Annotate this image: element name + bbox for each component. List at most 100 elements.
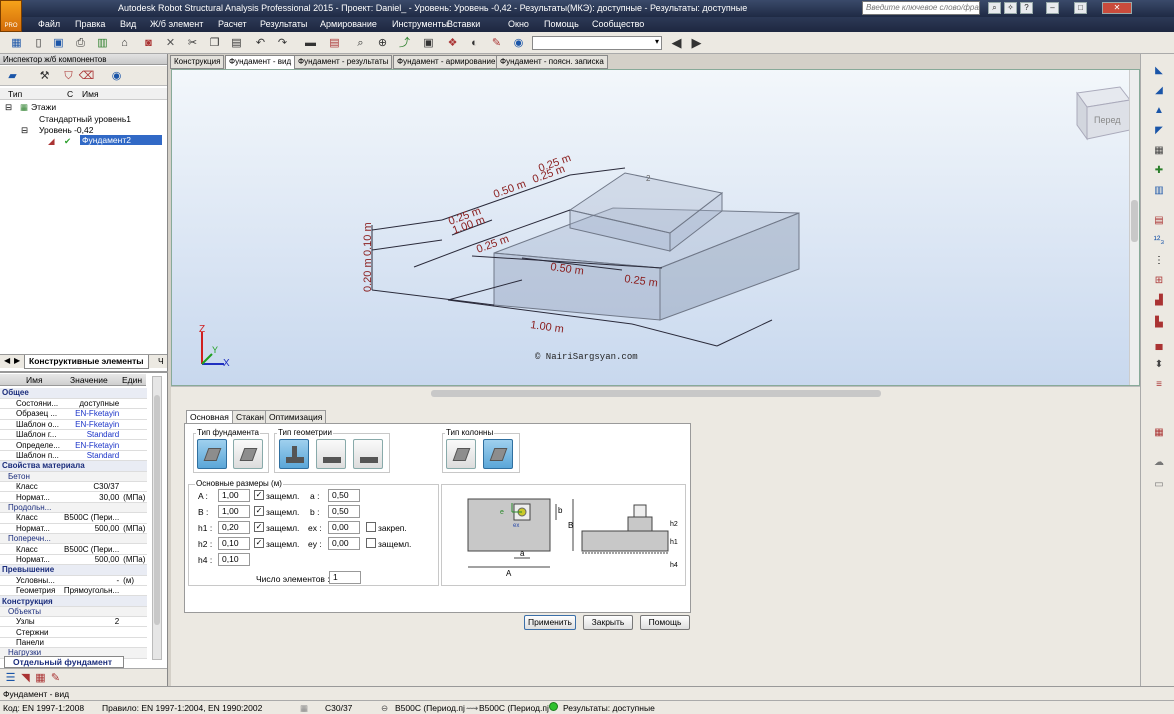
screen-capture-icon[interactable]: ◙ bbox=[140, 35, 157, 51]
props-scrollbar[interactable] bbox=[152, 376, 162, 660]
menu-view[interactable]: Вид bbox=[120, 19, 136, 29]
tool-icon[interactable]: ⚒ bbox=[36, 68, 53, 84]
column-type-2-button[interactable] bbox=[483, 439, 513, 469]
props-value[interactable]: 2 bbox=[61, 616, 122, 628]
geometry-type-2-button[interactable] bbox=[316, 439, 346, 469]
props-subgroup-row[interactable]: Продольн... bbox=[0, 502, 148, 514]
tool-icon-3[interactable]: ▲ bbox=[1151, 104, 1167, 118]
tab-scroll-right-icon[interactable]: ▶ bbox=[14, 356, 20, 365]
cut-icon[interactable]: ✂ bbox=[184, 35, 201, 51]
props-row[interactable]: Шаблон г... Standard bbox=[0, 429, 148, 441]
menu-window[interactable]: Окно bbox=[508, 19, 529, 29]
footing-type-strip-button[interactable] bbox=[233, 439, 263, 469]
tool-icon-12[interactable]: ▙ bbox=[1151, 316, 1167, 330]
redo-icon[interactable]: ↷ bbox=[274, 35, 291, 51]
library-icon[interactable]: ▥ bbox=[94, 35, 111, 51]
help-button[interactable]: Помощь bbox=[640, 615, 690, 630]
props-value[interactable] bbox=[61, 626, 122, 638]
print-icon[interactable]: ⎙ bbox=[72, 35, 89, 51]
preview-icon[interactable]: ⌂ bbox=[116, 35, 133, 51]
new-file-icon[interactable]: ▯ bbox=[30, 35, 47, 51]
copy-icon[interactable]: ❐ bbox=[206, 35, 223, 51]
delete-icon[interactable]: ✕ bbox=[162, 35, 179, 51]
tab-footing-note[interactable]: Фундамент - поясн. записка bbox=[496, 55, 608, 69]
props-subgroup-row[interactable]: Поперечн... bbox=[0, 533, 148, 545]
props-value[interactable] bbox=[61, 637, 122, 649]
field-h4-input[interactable]: 0,10 bbox=[218, 553, 250, 566]
paste-icon[interactable]: ▤ bbox=[228, 35, 245, 51]
props-row[interactable]: Нормат... 30,00 (МПа) bbox=[0, 491, 148, 503]
geometry-type-1-button[interactable] bbox=[279, 439, 309, 469]
props-group-row[interactable]: Общее bbox=[0, 388, 148, 399]
arrow-right-icon[interactable]: ▶ bbox=[688, 35, 705, 51]
3d-viewport[interactable]: 0.25 m 0.50 m 0.25 m 0.25 m 1.00 m 0.25 … bbox=[171, 69, 1140, 386]
props-group-row[interactable]: Превышение bbox=[0, 564, 148, 576]
footing-type-pad-button[interactable] bbox=[197, 439, 227, 469]
field-ex-input[interactable]: 0,00 bbox=[328, 521, 360, 534]
tab-footing-view[interactable]: Фундамент - вид bbox=[225, 55, 296, 70]
tab-footing-reinforcement[interactable]: Фундамент - армирование bbox=[393, 55, 500, 69]
inspector-icon[interactable]: ▦ bbox=[8, 35, 25, 51]
tree-toggle[interactable]: ⊟ bbox=[5, 102, 12, 113]
props-value[interactable]: C30/37 bbox=[61, 481, 122, 493]
properties-icon[interactable]: ◐ bbox=[466, 35, 483, 51]
props-row[interactable]: Нормат... 500,00 (МПа) bbox=[0, 523, 148, 534]
menu-file[interactable]: Файл bbox=[38, 19, 60, 29]
app-logo[interactable]: PRO bbox=[0, 0, 22, 32]
element-count-input[interactable]: 1 bbox=[329, 571, 361, 584]
props-value[interactable]: - bbox=[61, 575, 122, 586]
help-icon[interactable]: ◉ bbox=[108, 68, 125, 84]
props-row[interactable]: Шаблон о... EN-Fketayin bbox=[0, 419, 148, 431]
tab-socket[interactable]: Стакан bbox=[232, 410, 268, 424]
tab-footing-results[interactable]: Фундамент - результаты bbox=[294, 55, 393, 69]
save-icon[interactable]: ▣ bbox=[50, 35, 67, 51]
scroll-thumb[interactable] bbox=[431, 390, 881, 397]
tab-structure[interactable]: Конструкция bbox=[170, 55, 225, 69]
field-B-checkbox[interactable]: ✓ bbox=[254, 506, 264, 516]
minimize-button[interactable]: – bbox=[1046, 2, 1059, 14]
maximize-button[interactable]: □ bbox=[1074, 2, 1087, 14]
props-row[interactable]: Стержни bbox=[0, 626, 148, 638]
tools-icon[interactable]: ✧ bbox=[1004, 2, 1017, 14]
find-icon[interactable]: ⌕ bbox=[988, 2, 1001, 14]
tab-structural-elements[interactable]: Конструктивные элементы bbox=[24, 355, 149, 369]
props-row[interactable]: Геометрия Прямоугольн... bbox=[0, 585, 148, 597]
column-type-1-button[interactable] bbox=[446, 439, 476, 469]
field-h1-input[interactable]: 0,20 bbox=[218, 521, 250, 534]
tab-scroll-left-icon[interactable]: ◀ bbox=[4, 356, 10, 365]
tree-level-standard[interactable]: Стандартный уровень1 bbox=[39, 114, 131, 124]
tool-icon-4[interactable]: ◤ bbox=[1151, 124, 1167, 138]
menu-insert[interactable]: Вставки bbox=[447, 19, 480, 29]
tree-footing-selected[interactable]: Фундамент2 bbox=[80, 135, 162, 145]
menu-reinforcement[interactable]: Армирование bbox=[320, 19, 377, 29]
tab-optimization[interactable]: Оптимизация bbox=[265, 410, 327, 424]
props-value[interactable]: Прямоугольн... bbox=[61, 585, 122, 597]
tool-icon-6[interactable]: ✚ bbox=[1151, 164, 1167, 178]
menu-analysis[interactable]: Расчет bbox=[218, 19, 247, 29]
props-row[interactable]: Узлы 2 bbox=[0, 616, 148, 628]
help-icon[interactable]: ◉ bbox=[510, 35, 527, 51]
tool-icon-8[interactable]: ▤ bbox=[1151, 214, 1167, 228]
props-row[interactable]: Определе... EN-Fketayin bbox=[0, 439, 148, 451]
field-ex-checkbox[interactable] bbox=[366, 522, 376, 532]
tree-toggle[interactable]: ⊟ bbox=[21, 125, 28, 136]
menu-community[interactable]: Сообщество bbox=[592, 19, 644, 29]
help-icon[interactable]: ? bbox=[1020, 2, 1033, 14]
props-subgroup-row[interactable]: Бетон bbox=[0, 471, 148, 483]
field-h2-input[interactable]: 0,10 bbox=[218, 537, 250, 550]
table-icon[interactable]: ▤ bbox=[326, 35, 343, 51]
zoom-icon[interactable]: ⌕ bbox=[352, 35, 369, 51]
close-button[interactable]: ✕ bbox=[1102, 2, 1132, 14]
menu-results[interactable]: Результаты bbox=[260, 19, 307, 29]
props-value[interactable]: 500,00 bbox=[61, 523, 122, 534]
scroll-thumb[interactable] bbox=[1131, 200, 1138, 242]
field-a-input[interactable]: 0,50 bbox=[328, 489, 360, 502]
scroll-thumb[interactable] bbox=[154, 395, 160, 625]
tool-icon-11[interactable]: ▟ bbox=[1151, 294, 1167, 308]
folder-icon[interactable]: ▰ bbox=[4, 68, 21, 84]
props-row[interactable]: Состояни... доступные bbox=[0, 398, 148, 410]
tool-icon-17[interactable]: ☁ bbox=[1151, 456, 1167, 470]
tool-icon-14[interactable]: ⬍ bbox=[1151, 358, 1167, 372]
tool-icon-18[interactable]: ▭ bbox=[1151, 478, 1167, 492]
menu-rc-element[interactable]: Ж/б элемент bbox=[150, 19, 203, 29]
